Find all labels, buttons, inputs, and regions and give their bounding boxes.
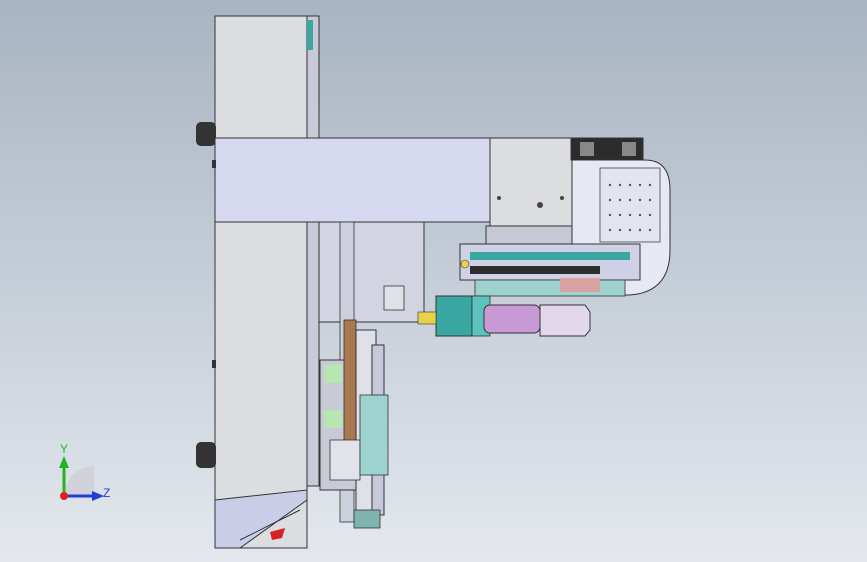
slide-mechanism[interactable] <box>459 243 641 297</box>
top-knob[interactable] <box>196 122 216 146</box>
gripper-assembly[interactable] <box>417 295 591 337</box>
triad-disc-icon <box>64 466 94 496</box>
bottom-knob[interactable] <box>196 442 216 468</box>
side-screw-top <box>212 160 216 168</box>
side-screw-bottom <box>212 360 216 368</box>
main-housing[interactable] <box>214 15 320 549</box>
y-axis-label: Y <box>60 442 69 456</box>
z-axis-label: Z <box>103 486 111 500</box>
x-axis-dot-icon <box>60 492 68 500</box>
y-arrow-icon <box>59 456 69 468</box>
cad-viewport[interactable]: Y Z <box>0 0 867 562</box>
orientation-triad[interactable] <box>44 438 124 518</box>
assembly-model[interactable] <box>0 0 867 562</box>
